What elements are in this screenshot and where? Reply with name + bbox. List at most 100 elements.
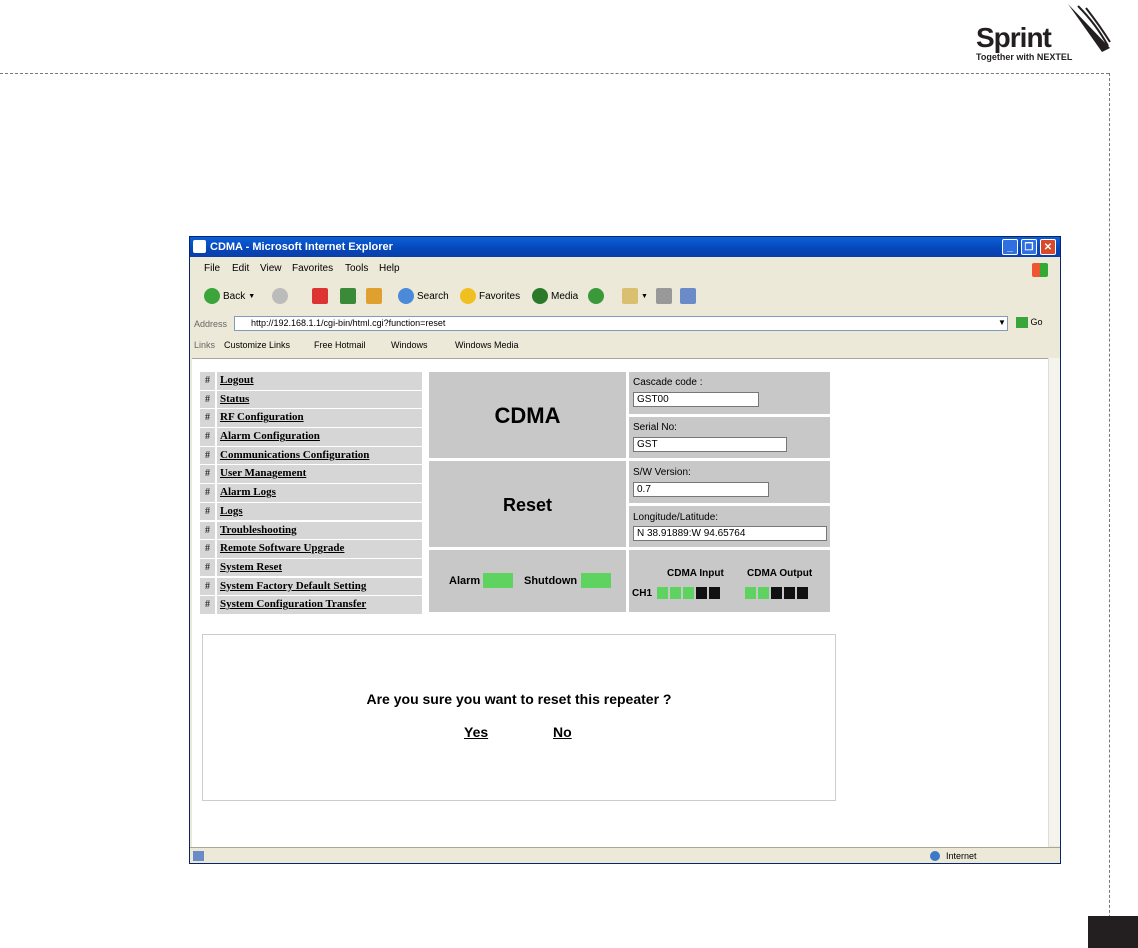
logo-brand: Sprint (976, 22, 1052, 53)
nav-item-alarm-configuration[interactable]: # Alarm Configuration (200, 428, 422, 446)
nav-item-status[interactable]: # Status (200, 390, 422, 409)
go-button[interactable]: Go (1016, 317, 1043, 329)
cdma-output-leds (745, 586, 810, 604)
cdma-output-led (745, 587, 756, 599)
no-link[interactable]: No (553, 724, 572, 740)
cascade-code-field[interactable]: GST00 (633, 392, 759, 407)
nav-item-alarm-logs[interactable]: # Alarm Logs (200, 484, 422, 502)
serial-no-panel: Serial No: GST (629, 417, 830, 458)
media-button[interactable]: Media (532, 287, 578, 305)
alarm-indicator (483, 573, 513, 588)
title-bar: CDMA - Microsoft Internet Explorer _ ❐ ✕ (190, 237, 1060, 257)
stop-button[interactable] (312, 287, 328, 305)
cdma-output-led (758, 587, 769, 599)
search-button[interactable]: Search (398, 287, 449, 305)
minimize-button[interactable]: _ (1002, 239, 1018, 255)
page-content: # Logout # Status # RF Configuration # Alarm… (192, 358, 1048, 847)
back-button[interactable]: Back ▼ (204, 287, 255, 305)
dropdown-arrow-icon: ▼ (248, 292, 256, 300)
toolbar: Back ▼ Search Favorites Media ▼ (190, 281, 1060, 311)
sw-version-label: S/W Version: (633, 467, 691, 478)
security-zone-label: Internet (946, 851, 977, 861)
menu-tools[interactable]: Tools (345, 263, 368, 274)
edit-icon (680, 288, 696, 304)
search-icon (398, 288, 414, 304)
go-arrow-icon (1016, 317, 1028, 329)
history-button[interactable] (588, 287, 604, 305)
nav-item-system-reset[interactable]: # System Reset (200, 558, 422, 577)
menu-view[interactable]: View (260, 263, 282, 274)
back-arrow-icon (204, 288, 220, 304)
refresh-icon (340, 288, 356, 304)
mail-icon (622, 288, 638, 304)
nav-item-logs[interactable]: # Logs (200, 502, 422, 521)
nav-item-system-configuration-transfer[interactable]: # System Configuration Transfer (200, 596, 422, 614)
print-button[interactable] (656, 287, 672, 305)
address-bar: Address http://192.168.1.1/cgi-bin/html.… (190, 314, 1060, 334)
mail-dropdown-icon: ▼ (641, 292, 648, 300)
reset-confirm-box: Are you sure you want to reset this repe… (202, 634, 836, 801)
logo-tagline: Together with NEXTEL (976, 52, 1073, 62)
nav-item-remote-software-upgrade[interactable]: # Remote Software Upgrade (200, 540, 422, 558)
page-title-panel: Reset (429, 461, 626, 547)
address-dropdown-icon[interactable]: ▼ (998, 318, 1006, 327)
link-free-hotmail[interactable]: Free Hotmail (314, 340, 366, 350)
sw-version-panel: S/W Version: 0.7 (629, 461, 830, 503)
nav-item-system-factory-default-setting[interactable]: # System Factory Default Setting (200, 577, 422, 596)
links-bar: Links Customize Links Free Hotmail Windo… (190, 336, 1060, 354)
longitude-latitude-field[interactable]: N 38.91889:W 94.65764 (633, 526, 827, 541)
cdma-input-led (670, 587, 681, 599)
link-customize-links[interactable]: Customize Links (224, 340, 290, 350)
cdma-output-led (797, 587, 808, 599)
search-label: Search (417, 290, 449, 302)
home-button[interactable] (366, 287, 382, 305)
menu-help[interactable]: Help (379, 263, 400, 274)
device-title-panel: CDMA (429, 372, 626, 458)
go-label: Go (1030, 317, 1043, 327)
links-label: Links (194, 340, 216, 350)
sw-version-field[interactable]: 0.7 (633, 482, 769, 497)
star-icon (460, 288, 476, 304)
menu-edit[interactable]: Edit (232, 263, 249, 274)
maximize-button[interactable]: ❐ (1021, 239, 1037, 255)
stop-icon (312, 288, 328, 304)
window-title: CDMA - Microsoft Internet Explorer (210, 241, 393, 253)
mail-button[interactable]: ▼ (622, 287, 648, 305)
forward-button[interactable] (272, 287, 288, 305)
nav-item-logout[interactable]: # Logout (200, 372, 422, 390)
close-button[interactable]: ✕ (1040, 239, 1056, 255)
sprint-wing-icon (1068, 4, 1111, 52)
reset-question: Are you sure you want to reset this repe… (366, 691, 672, 707)
alarm-label: Alarm (449, 575, 481, 587)
cdma-input-led (709, 587, 720, 599)
device-title: CDMA (494, 403, 561, 428)
refresh-button[interactable] (340, 287, 356, 305)
favorites-label: Favorites (479, 290, 521, 302)
cdma-input-led (657, 587, 668, 599)
nav-item-troubleshooting[interactable]: # Troubleshooting (200, 521, 422, 539)
vertical-scrollbar[interactable] (1048, 358, 1060, 846)
nav-item-communications-configuration[interactable]: # Communications Configuration (200, 446, 422, 465)
cdma-io-panel: CDMA Input CDMA Output CH1 (629, 550, 830, 612)
address-label: Address (194, 319, 228, 329)
nav-item-rf-configuration[interactable]: # RF Configuration (200, 409, 422, 427)
link-windows-media[interactable]: Windows Media (455, 340, 519, 350)
page-border-right (1109, 73, 1110, 948)
address-input[interactable]: http://192.168.1.1/cgi-bin/html.cgi?func… (234, 316, 1008, 331)
nav-item-user-management[interactable]: # User Management (200, 465, 422, 483)
menu-favorites[interactable]: Favorites (292, 263, 333, 274)
menu-file[interactable]: File (204, 263, 220, 274)
edit-button[interactable] (680, 287, 696, 305)
favorites-button[interactable]: Favorites (460, 287, 520, 305)
page-title: Reset (502, 495, 553, 515)
yes-link[interactable]: Yes (464, 724, 488, 740)
ie-page-icon (193, 240, 206, 253)
serial-no-field[interactable]: GST (633, 437, 787, 452)
print-icon (656, 288, 672, 304)
link-windows[interactable]: Windows (391, 340, 428, 350)
history-icon (588, 288, 604, 304)
cdma-input-label: CDMA Input (667, 568, 724, 579)
sprint-logo: Sprint Together with NEXTEL (972, 0, 1122, 64)
internet-zone-icon (930, 851, 940, 861)
cdma-output-led (771, 587, 782, 599)
